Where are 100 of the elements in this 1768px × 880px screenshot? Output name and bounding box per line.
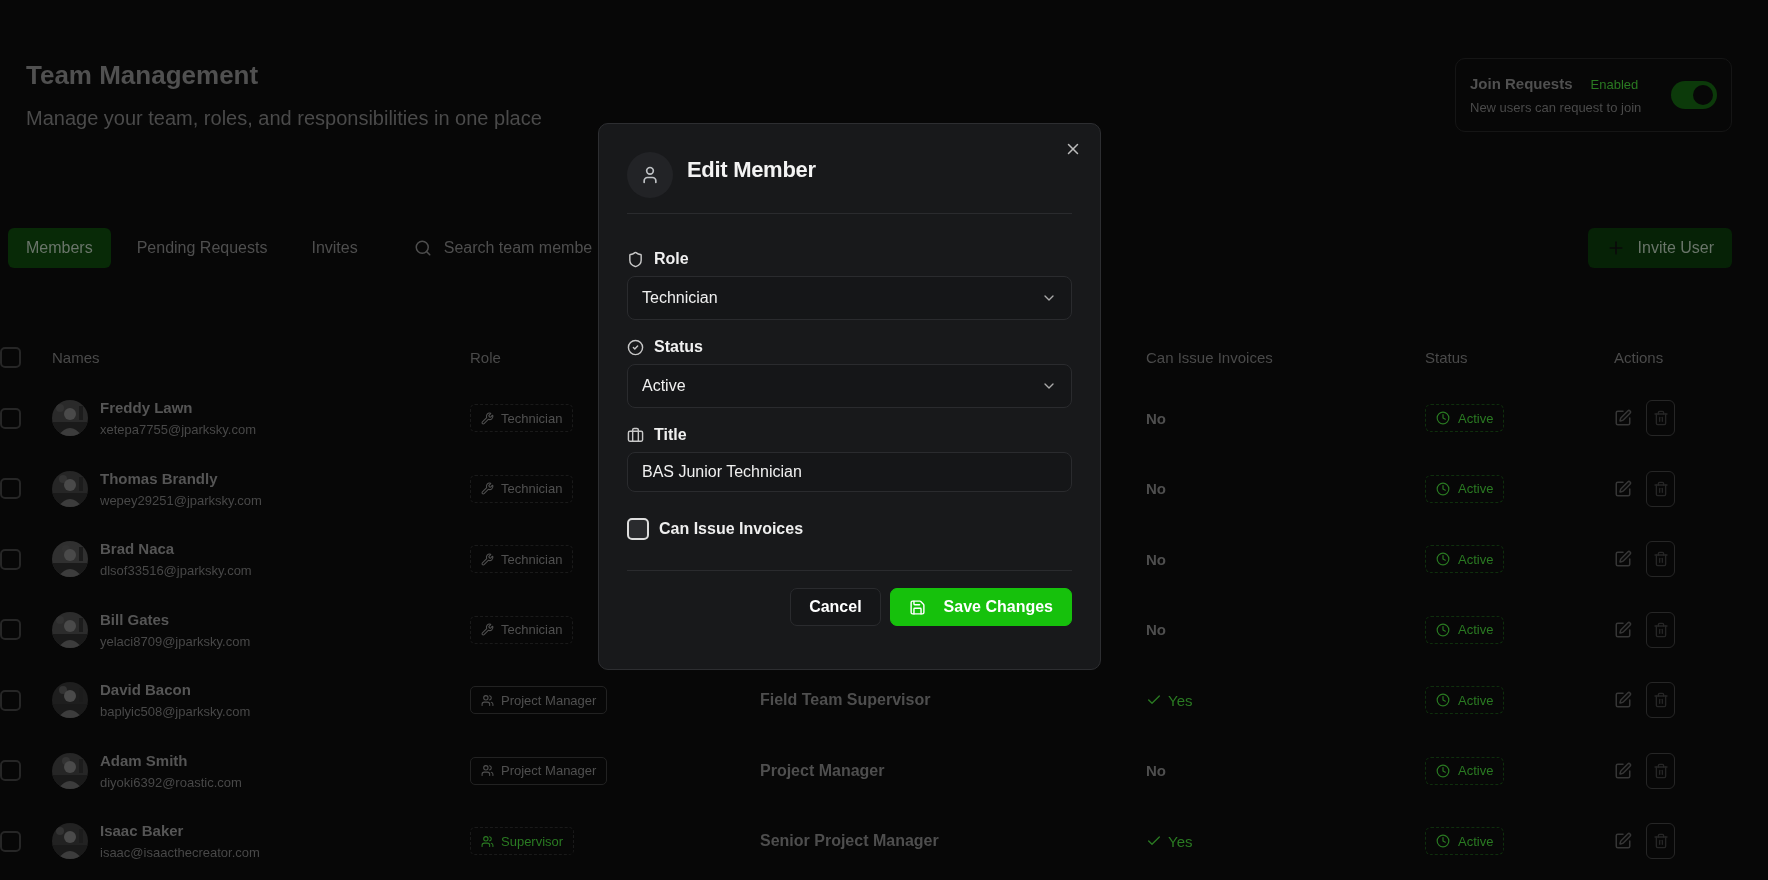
status-badge: Active: [1425, 827, 1505, 856]
search-icon: [413, 239, 432, 257]
trash-icon: [1652, 551, 1669, 568]
delete-button[interactable]: [1646, 752, 1675, 789]
delete-button[interactable]: [1646, 682, 1675, 719]
status-badge: Active: [1425, 686, 1505, 715]
checkbox-label: Can Issue Invoices: [659, 520, 804, 538]
join-requests-description: New users can request to join: [1470, 100, 1642, 115]
invoice-status: Yes: [1146, 691, 1425, 709]
row-checkbox[interactable]: [0, 548, 21, 570]
status-badge: Active: [1425, 756, 1505, 785]
invoice-status: No: [1146, 550, 1167, 568]
role-badge: Technician: [470, 615, 574, 644]
member-email: isaac@isaacthecreator.com: [100, 845, 260, 861]
edit-button[interactable]: [1614, 832, 1632, 851]
join-requests-title: Join Requests: [1470, 75, 1573, 92]
user-icon: [627, 151, 673, 198]
clock-icon: [1436, 481, 1450, 496]
role-badge: Technician: [470, 474, 574, 503]
clock-icon: [1436, 552, 1450, 567]
member-email: xetepa7755@jparksky.com: [100, 422, 257, 438]
edit-button[interactable]: [1614, 761, 1632, 780]
member-email: yelaci8709@jparksky.com: [100, 633, 251, 649]
wrench-icon: [481, 623, 494, 637]
status-badge: Active: [1425, 404, 1505, 433]
column-header: Status: [1425, 348, 1468, 366]
edit-button[interactable]: [1614, 409, 1632, 428]
cancel-button[interactable]: Cancel: [790, 588, 881, 626]
join-requests-state: Enabled: [1590, 77, 1639, 92]
tab[interactable]: Members: [8, 228, 111, 268]
delete-button[interactable]: [1646, 541, 1675, 578]
shield-icon: [627, 250, 644, 268]
delete-button[interactable]: [1646, 823, 1675, 860]
member-name: Thomas Brandly: [100, 469, 219, 487]
invoice-status: No: [1146, 480, 1167, 498]
select-field[interactable]: Active: [627, 364, 1072, 408]
edit-button[interactable]: [1614, 550, 1632, 569]
member-email: dlsof33516@jparksky.com: [100, 563, 252, 579]
row-checkbox[interactable]: [0, 760, 21, 782]
role-badge: Supervisor: [470, 827, 575, 856]
checkbox[interactable]: [627, 518, 649, 540]
row-checkbox[interactable]: [0, 407, 21, 429]
input-field[interactable]: BAS Junior Technician: [627, 452, 1072, 492]
wrench-icon: [481, 482, 494, 496]
dialog-title: Edit Member: [687, 156, 816, 183]
row-checkbox[interactable]: [0, 830, 21, 852]
users-icon: [481, 834, 494, 848]
invoice-status: No: [1146, 762, 1167, 780]
member-name: Freddy Lawn: [100, 399, 194, 417]
search-field[interactable]: Search team membe: [443, 239, 594, 257]
delete-button[interactable]: [1646, 400, 1675, 437]
member-name: Bill Gates: [100, 610, 171, 628]
delete-button[interactable]: [1646, 470, 1675, 507]
field-label: Status: [654, 338, 703, 356]
wrench-icon: [481, 411, 494, 425]
tab[interactable]: Invites: [293, 228, 376, 268]
trash-icon: [1652, 833, 1669, 850]
member-name: Adam Smith: [100, 751, 189, 769]
invoice-status: Yes: [1146, 832, 1425, 850]
invoice-status: No: [1146, 621, 1167, 639]
edit-button[interactable]: [1614, 479, 1632, 498]
role-badge: Project Manager: [470, 756, 608, 785]
select-field[interactable]: Technician: [627, 276, 1072, 320]
trash-icon: [1652, 410, 1669, 427]
edit-button[interactable]: [1614, 691, 1632, 710]
clock-icon: [1436, 693, 1450, 708]
clock-icon: [1436, 763, 1450, 778]
select-all-checkbox[interactable]: [0, 346, 21, 368]
toggle-switch[interactable]: [1671, 81, 1717, 109]
circle-check-icon: [627, 338, 644, 356]
status-badge: Active: [1425, 474, 1505, 503]
member-email: baplyic508@jparksky.com: [100, 704, 251, 720]
page-subtitle: Manage your team, roles, and responsibilities in one place: [26, 107, 542, 130]
field-label: Title: [654, 426, 687, 444]
invite-user-button[interactable]: Invite User: [1587, 228, 1732, 268]
tab[interactable]: Pending Requests: [118, 228, 286, 268]
row-checkbox[interactable]: [0, 619, 21, 641]
clock-icon: [1436, 834, 1450, 849]
edit-button[interactable]: [1614, 620, 1632, 639]
status-badge: Active: [1425, 545, 1505, 574]
trash-icon: [1652, 762, 1669, 779]
save-button[interactable]: Save Changes: [889, 588, 1072, 626]
trash-icon: [1652, 621, 1669, 638]
column-header: Role: [470, 348, 501, 366]
users-icon: [481, 693, 494, 707]
row-checkbox[interactable]: [0, 478, 21, 500]
member-email: wepey29251@jparksky.com: [100, 492, 262, 508]
briefcase-icon: [627, 426, 644, 444]
wrench-icon: [481, 552, 494, 566]
member-name: Brad Naca: [100, 540, 176, 558]
trash-icon: [1652, 480, 1669, 497]
title-cell-text: Senior Project Manager: [760, 832, 940, 851]
row-checkbox[interactable]: [0, 689, 21, 711]
title-cell-text: Project Manager: [760, 761, 886, 780]
status-badge: Active: [1425, 615, 1505, 644]
column-header: Names: [52, 348, 100, 366]
invoice-status: No: [1146, 409, 1167, 427]
page-title: Team Management: [26, 60, 260, 91]
delete-button[interactable]: [1646, 611, 1675, 648]
column-header: Can Issue Invoices: [1146, 348, 1273, 366]
